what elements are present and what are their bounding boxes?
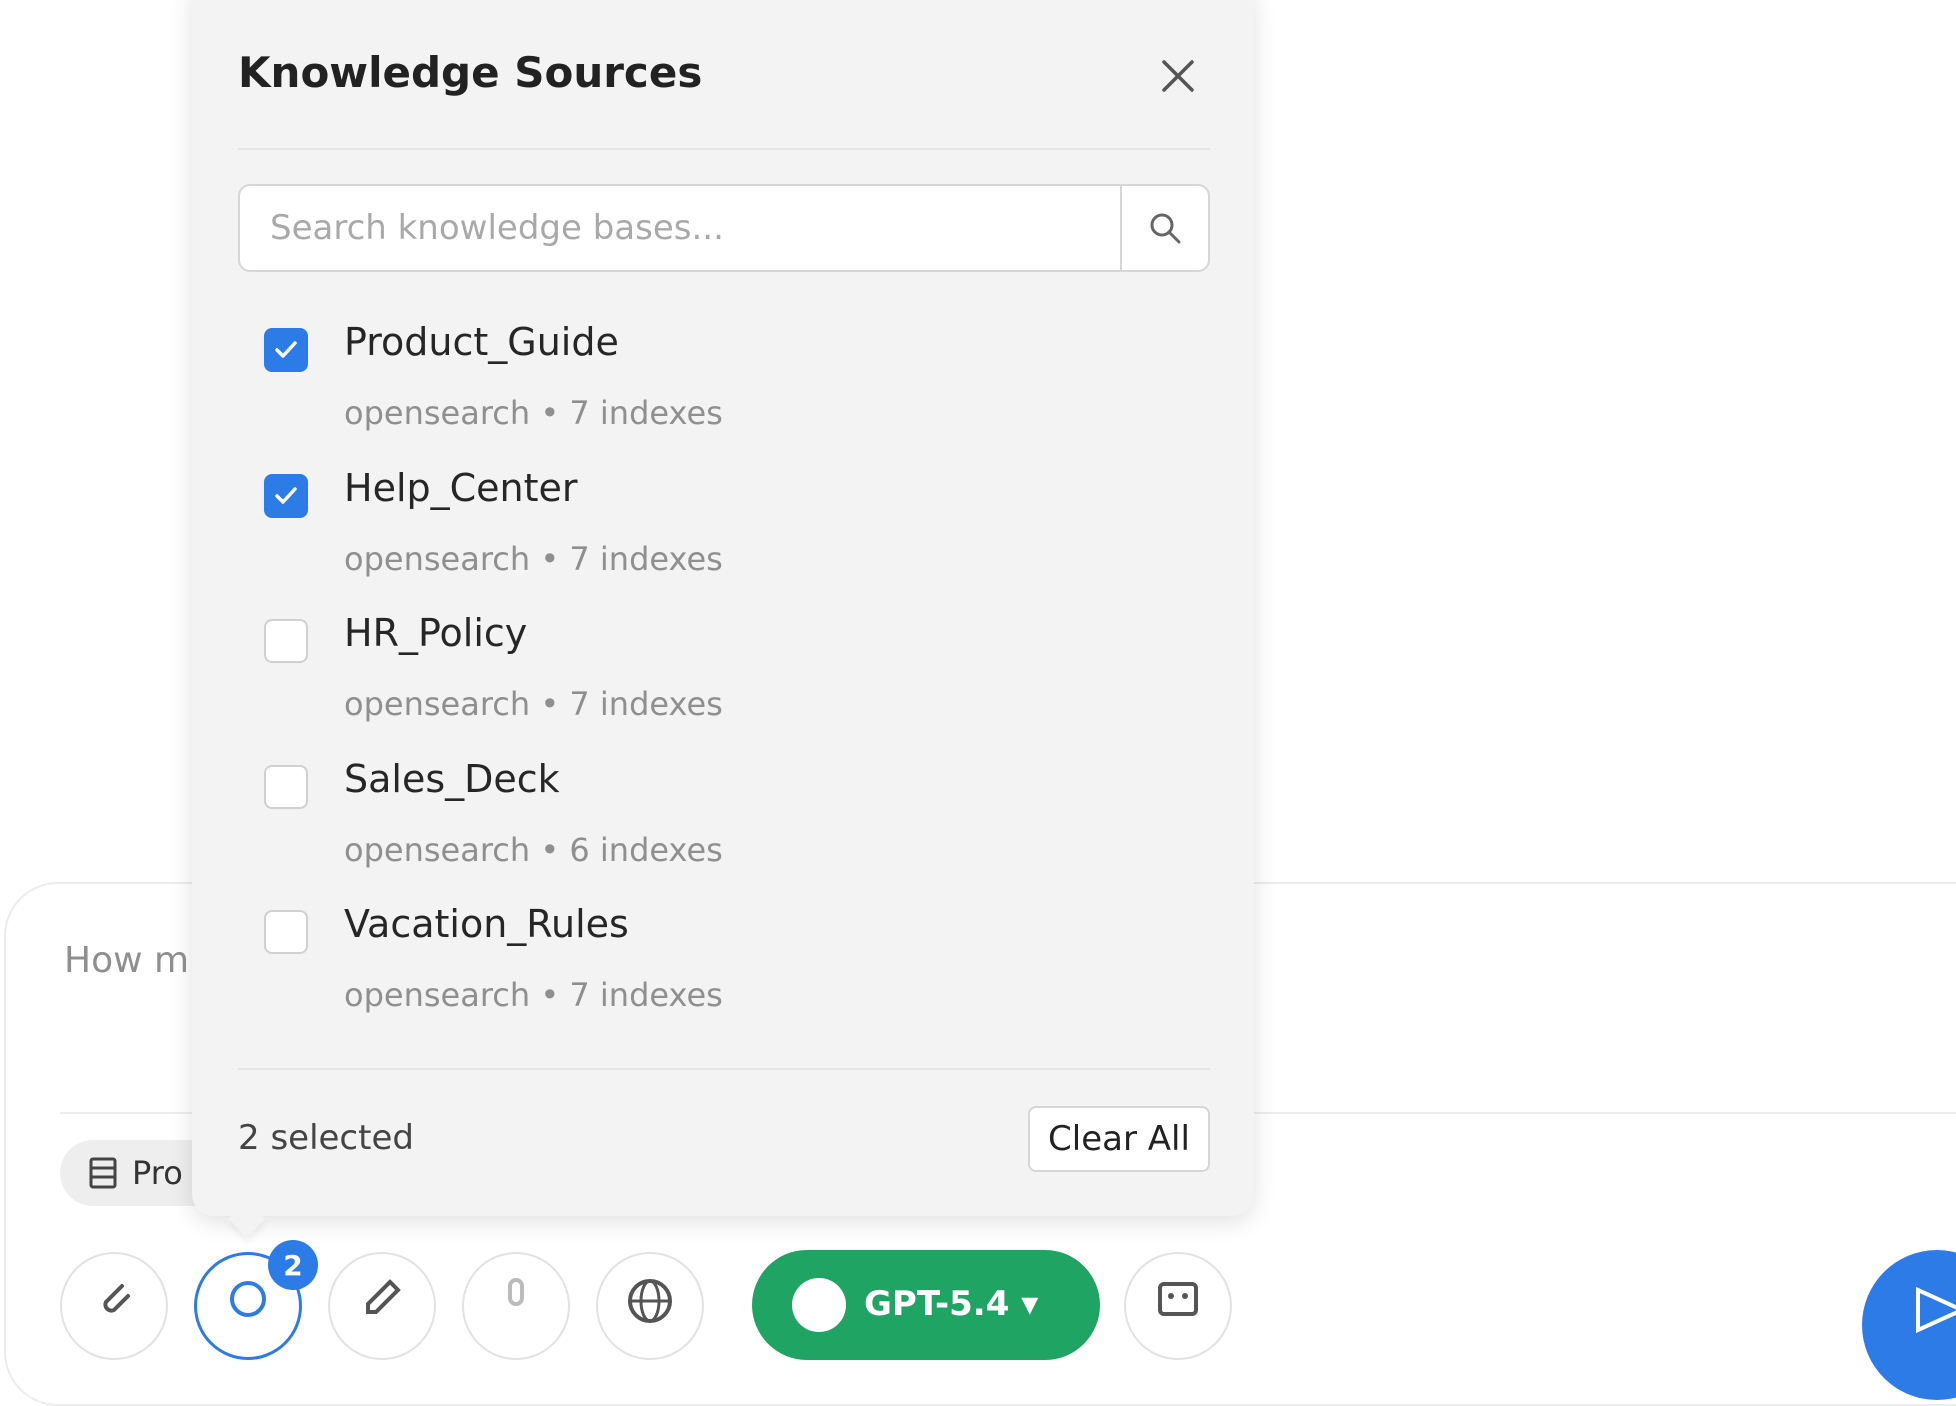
model-icon (792, 1278, 846, 1332)
header-divider (238, 148, 1210, 150)
attach-button[interactable] (60, 1252, 168, 1360)
knowledge-base-meta: opensearch • 7 indexes (344, 976, 723, 1014)
knowledge-base-item[interactable]: HR_Policy opensearch • 7 indexes (264, 611, 1164, 747)
model-label: GPT-5.4 ▾ (864, 1284, 1039, 1324)
close-button[interactable] (1158, 56, 1198, 96)
search-input[interactable] (240, 186, 1120, 270)
globe-icon (628, 1279, 672, 1323)
knowledge-base-checkbox[interactable] (264, 328, 308, 372)
search-box (238, 184, 1210, 272)
knowledge-base-name: Vacation_Rules (344, 902, 629, 946)
knowledge-base-checkbox[interactable] (264, 619, 308, 663)
voice-button[interactable] (462, 1252, 570, 1360)
send-icon (1916, 1286, 1956, 1334)
knowledge-base-name: HR_Policy (344, 611, 528, 655)
mic-icon (508, 1278, 524, 1306)
edit-button[interactable] (328, 1252, 436, 1360)
web-search-button[interactable] (596, 1252, 704, 1360)
paperclip-icon (103, 1284, 130, 1313)
search-icon (1150, 213, 1181, 244)
footer-divider (238, 1068, 1210, 1070)
knowledge-base-item[interactable]: Product_Guide opensearch • 7 indexes (264, 320, 1164, 456)
search-button[interactable] (1120, 186, 1208, 270)
knowledge-base-item[interactable]: Vacation_Rules opensearch • 7 indexes (264, 902, 1164, 1038)
clear-all-button[interactable]: Clear All (1028, 1106, 1210, 1172)
edit-icon (366, 1279, 401, 1314)
knowledge-base-meta: opensearch • 7 indexes (344, 539, 723, 578)
knowledge-base-checkbox[interactable] (264, 764, 308, 809)
knowledge-base-name: Product_Guide (344, 320, 619, 364)
selected-count: 2 selected (238, 1118, 414, 1158)
list-icon (89, 1157, 117, 1189)
knowledge-base-meta: opensearch • 6 indexes (344, 830, 723, 869)
knowledge-base-name: Sales_Deck (344, 756, 560, 801)
knowledge-chip-label: Pro (132, 1154, 183, 1192)
selected-count-badge: 2 (268, 1240, 318, 1290)
check-icon (275, 341, 297, 358)
message-input[interactable]: How m (64, 940, 189, 981)
agent-button[interactable] (1124, 1252, 1232, 1360)
close-icon (1162, 60, 1194, 92)
knowledge-base-item[interactable]: Help_Center opensearch • 7 indexes (264, 466, 1164, 602)
popover-title: Knowledge Sources (238, 48, 703, 97)
knowledge-base-name: Help_Center (344, 465, 578, 510)
knowledge-base-checkbox[interactable] (264, 910, 308, 954)
bot-icon (1158, 1282, 1198, 1316)
knowledge-base-meta: opensearch • 7 indexes (344, 394, 723, 432)
check-icon (275, 486, 297, 504)
knowledge-base-meta: opensearch • 7 indexes (344, 685, 723, 723)
model-selector[interactable]: GPT-5.4 ▾ (752, 1250, 1100, 1360)
search-icon (230, 1281, 266, 1317)
knowledge-base-item[interactable]: Sales_Deck opensearch • 6 indexes (264, 757, 1164, 893)
knowledge-base-checkbox[interactable] (264, 473, 308, 518)
